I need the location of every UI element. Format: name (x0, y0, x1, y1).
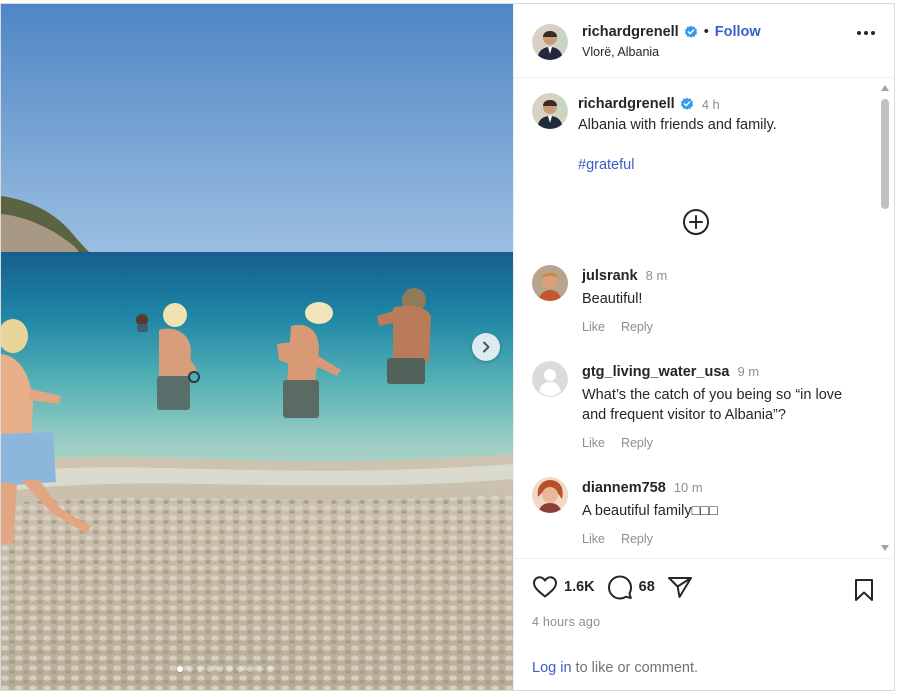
carousel-dot (227, 666, 233, 672)
follow-button[interactable]: Follow (715, 24, 761, 40)
caption-text: Albania with friends and family. (578, 117, 777, 133)
avatar-image (532, 93, 568, 129)
default-avatar-icon (532, 361, 568, 397)
more-horizontal-icon (864, 31, 868, 35)
instagram-post-modal: richardgrenell • Follow Vlorë, Albania r… (0, 3, 895, 691)
carousel-dot (267, 666, 273, 672)
comment-like-button[interactable]: Like (582, 532, 605, 546)
comment-text: What’s the catch of you being so “in lov… (582, 387, 843, 423)
carousel-dot (177, 666, 183, 672)
login-prompt: Log in to like or comment. (532, 660, 698, 676)
verified-badge-icon (680, 97, 693, 110)
comment-time: 8 m (645, 268, 668, 283)
carousel-dot (217, 666, 223, 672)
separator-dot: • (703, 24, 709, 40)
author-line: richardgrenell • Follow (582, 24, 761, 40)
avatar-image (532, 24, 568, 60)
beach-scene-image (1, 4, 513, 690)
comment-username[interactable]: diannem758 (582, 480, 666, 496)
post-photo[interactable] (1, 4, 513, 690)
caption-time: 4 h (701, 96, 720, 112)
more-horizontal-icon (857, 31, 861, 35)
scrollbar-thumb[interactable] (881, 99, 889, 209)
commenter-avatar[interactable] (532, 361, 568, 397)
post-actions: 1.6K 68 4 hours ago Log in to like or co… (514, 560, 895, 690)
avatar-image (532, 477, 568, 513)
comment-author-line: diannem758 10 m (582, 480, 703, 496)
carousel-dot (187, 666, 193, 672)
plus-circle-icon (683, 209, 709, 235)
comment-reply-button[interactable]: Reply (621, 532, 653, 546)
carousel-indicator (177, 666, 273, 672)
comment-time: 9 m (737, 364, 760, 379)
hashtag-link[interactable]: #grateful (578, 157, 634, 173)
comment-text: A beautiful family□□□ (582, 503, 718, 519)
more-options-button[interactable] (857, 31, 875, 35)
comment-time: 10 m (673, 480, 703, 495)
carousel-next-button[interactable] (472, 333, 500, 361)
likes-count[interactable]: 1.6K (564, 579, 595, 595)
comment-like-button[interactable]: Like (582, 436, 605, 450)
login-prompt-text: to like or comment. (571, 660, 699, 676)
avatar-image (532, 265, 568, 301)
comment-like-button[interactable]: Like (582, 320, 605, 334)
carousel-dot (247, 666, 253, 672)
comments-count[interactable]: 68 (639, 579, 655, 595)
carousel-dot (197, 666, 203, 672)
comment-icon (607, 575, 632, 600)
comments-scrollbar[interactable] (880, 85, 890, 551)
comments-section[interactable]: richardgrenell 4 h Albania with friends … (514, 79, 895, 559)
verified-badge-icon (684, 25, 697, 38)
action-row: 1.6K 68 (532, 574, 693, 600)
post-timestamp[interactable]: 4 hours ago (532, 615, 600, 629)
comment-text: Beautiful! (582, 291, 643, 307)
comment-reply-button[interactable]: Reply (621, 436, 653, 450)
comment-actions: Like Reply (582, 532, 653, 546)
like-button[interactable] (532, 575, 558, 599)
comment-username[interactable]: julsrank (582, 268, 638, 284)
caption-author-line: richardgrenell 4 h (578, 96, 720, 112)
commenter-avatar[interactable] (532, 265, 568, 301)
comment-username[interactable]: gtg_living_water_usa (582, 364, 729, 380)
author-avatar[interactable] (532, 24, 568, 60)
heart-icon (533, 576, 557, 598)
comment-author-line: gtg_living_water_usa 9 m (582, 364, 759, 380)
carousel-dot (237, 666, 243, 672)
post-side-panel: richardgrenell • Follow Vlorë, Albania r… (513, 4, 895, 690)
caption-author-avatar[interactable] (532, 93, 568, 129)
comment-author-line: julsrank 8 m (582, 268, 667, 284)
post-location[interactable]: Vlorë, Albania (582, 45, 659, 59)
scroll-up-arrow-icon[interactable] (881, 85, 889, 91)
chevron-right-icon (483, 341, 490, 353)
comment-button[interactable] (607, 574, 633, 600)
more-horizontal-icon (871, 31, 875, 35)
scroll-down-arrow-icon[interactable] (881, 545, 889, 551)
load-more-comments-button[interactable] (682, 208, 710, 236)
author-username[interactable]: richardgrenell (582, 24, 679, 40)
comment-reply-button[interactable]: Reply (621, 320, 653, 334)
commenter-avatar[interactable] (532, 477, 568, 513)
carousel-dot (207, 666, 213, 672)
comment-actions: Like Reply (582, 320, 653, 334)
post-header: richardgrenell • Follow Vlorë, Albania (514, 4, 895, 78)
caption-username[interactable]: richardgrenell (578, 96, 675, 112)
send-icon (667, 577, 692, 598)
bookmark-icon (855, 579, 873, 601)
comment-actions: Like Reply (582, 436, 653, 450)
carousel-dot (257, 666, 263, 672)
save-button[interactable] (853, 578, 875, 607)
login-link[interactable]: Log in (532, 660, 572, 676)
share-button[interactable] (667, 575, 693, 599)
